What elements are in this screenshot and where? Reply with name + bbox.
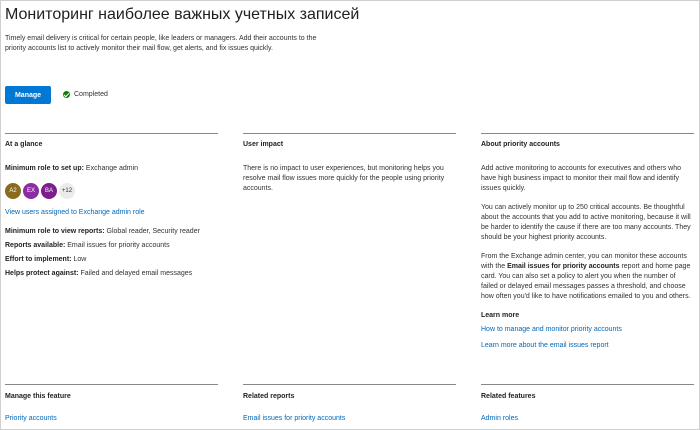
- divider-related-features: [481, 384, 694, 385]
- effort-value: Low: [73, 256, 87, 263]
- min-role-reports-label: Minimum role to view reports:: [5, 228, 105, 235]
- divider-about: [481, 133, 694, 134]
- divider-impact: [243, 133, 456, 134]
- reports-available: Reports available: Email issues for prio…: [5, 241, 220, 251]
- priority-accounts-link[interactable]: Priority accounts: [5, 414, 218, 424]
- glance-heading: At a glance: [5, 141, 43, 148]
- reports-label: Reports available:: [5, 242, 66, 249]
- min-role-setup-label: Minimum role to set up:: [5, 165, 84, 172]
- related-features-section: Related features Admin roles: [481, 392, 694, 424]
- avatar: BA: [41, 183, 57, 199]
- about-paragraph-1: Add active monitoring to accounts for ex…: [481, 165, 681, 192]
- manage-feature-section: Manage this feature Priority accounts: [5, 392, 218, 424]
- manage-button[interactable]: Manage: [5, 86, 51, 104]
- manage-feature-heading: Manage this feature: [5, 393, 71, 400]
- email-issues-report-link[interactable]: Learn more about the email issues report: [481, 341, 691, 351]
- related-reports-heading: Related reports: [243, 393, 295, 400]
- avatar: A2: [5, 183, 21, 199]
- avatars-more-count: +12: [59, 183, 75, 199]
- related-reports-section: Related reports Email issues for priorit…: [243, 392, 456, 424]
- about-heading: About priority accounts: [481, 141, 560, 148]
- status-label: Completed: [74, 91, 108, 98]
- user-impact-section: User impact There is no impact to user e…: [243, 140, 456, 194]
- protect-value: Failed and delayed email messages: [80, 270, 193, 277]
- check-circle-icon: [63, 91, 70, 98]
- page-title: Мониторинг наиболее важных учетных запис…: [5, 6, 360, 23]
- at-a-glance-section: At a glance Minimum role to set up: Exch…: [5, 140, 220, 279]
- about-paragraph-2: You can actively monitor up to 250 criti…: [481, 204, 691, 241]
- admin-roles-link[interactable]: Admin roles: [481, 414, 694, 424]
- min-role-reports-value: Global reader, Security reader: [106, 228, 200, 235]
- impact-text: There is no impact to user experiences, …: [243, 165, 445, 192]
- page-description: Timely email delivery is critical for ce…: [5, 35, 317, 52]
- manage-monitor-link[interactable]: How to manage and monitor priority accou…: [481, 325, 691, 335]
- divider-related-reports: [243, 384, 456, 385]
- learn-more-heading: Learn more: [481, 312, 520, 319]
- impact-heading: User impact: [243, 141, 284, 148]
- about-section: About priority accounts Add active monit…: [481, 140, 691, 351]
- status-indicator: Completed: [63, 91, 108, 98]
- min-role-setup: Minimum role to set up: Exchange admin: [5, 164, 220, 174]
- about-paragraph-3: From the Exchange admin center, you can …: [481, 252, 691, 302]
- avatar: EX: [23, 183, 39, 199]
- related-features-heading: Related features: [481, 393, 536, 400]
- effort-label: Effort to implement:: [5, 256, 72, 263]
- effort-to-implement: Effort to implement: Low: [5, 255, 220, 265]
- view-users-link[interactable]: View users assigned to Exchange admin ro…: [5, 208, 220, 218]
- email-issues-link[interactable]: Email issues for priority accounts: [243, 414, 456, 424]
- role-avatars: A2 EX BA +12: [5, 183, 220, 199]
- min-role-setup-value: Exchange admin: [85, 165, 139, 172]
- divider-manage-feature: [5, 384, 218, 385]
- about-p3-bold: Email issues for priority accounts: [507, 263, 620, 270]
- min-role-reports: Minimum role to view reports: Global rea…: [5, 227, 220, 237]
- protect-label: Helps protect against:: [5, 270, 79, 277]
- divider-glance: [5, 133, 218, 134]
- helps-protect: Helps protect against: Failed and delaye…: [5, 269, 220, 279]
- reports-value: Email issues for priority accounts: [67, 242, 170, 249]
